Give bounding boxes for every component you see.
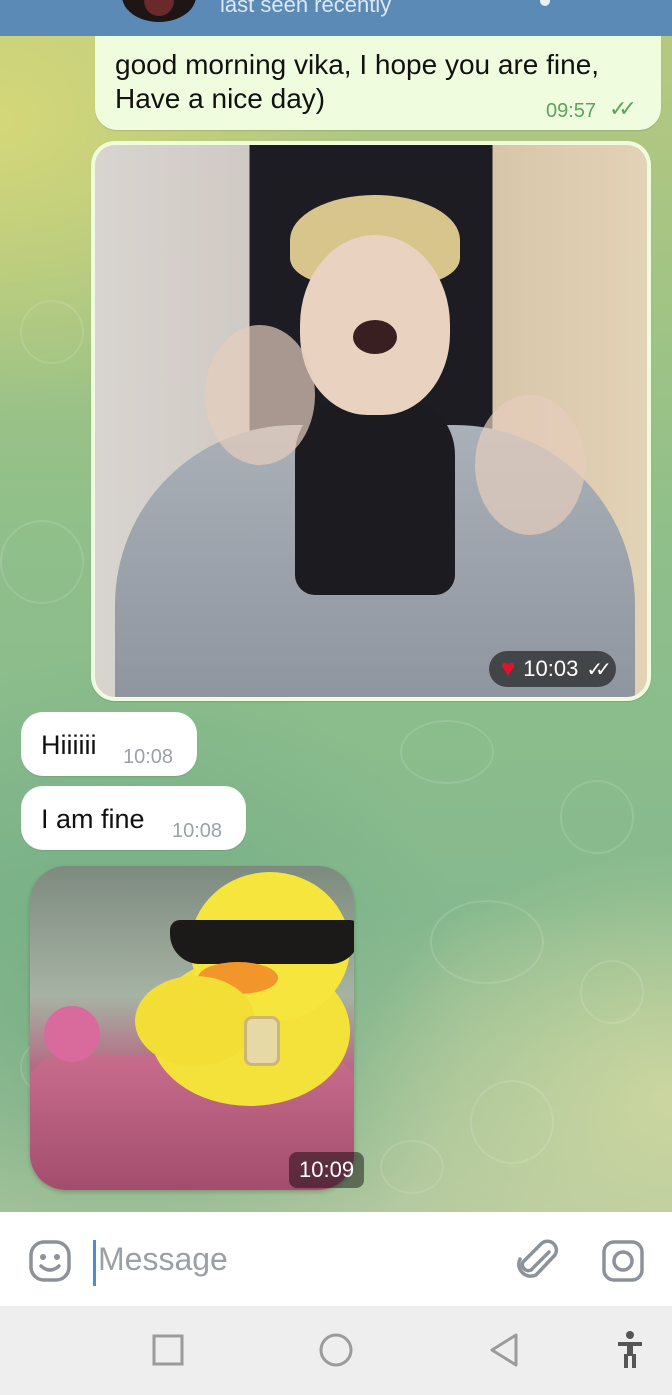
message-outgoing-text[interactable]: good morning vika, I hope you are fine, … [95,36,661,130]
back-button[interactable] [488,1332,520,1368]
heart-reaction-icon[interactable]: ♥ [501,655,515,683]
recents-button[interactable] [152,1334,184,1366]
message-time: 09:57 [546,100,597,122]
message-time: 10:08 [172,820,223,842]
photo-meta: ♥ 10:03 ✓✓ [489,651,616,687]
message-time: 10:09 [289,1152,365,1188]
accessibility-button[interactable] [616,1330,644,1370]
contact-avatar[interactable] [122,0,196,22]
sticker-icon[interactable] [28,1239,72,1283]
message-time: 10:08 [123,746,174,768]
chat-header[interactable]: last seen recently [0,0,672,36]
paperclip-icon[interactable] [516,1238,560,1284]
message-text: I am fine [41,804,145,834]
message-line: good morning vika, I hope you are fine, [115,49,600,80]
message-incoming-sticker[interactable] [30,866,354,1190]
camera-icon[interactable] [601,1239,645,1283]
read-receipt-icon: ✓✓ [609,96,637,121]
photo-image[interactable] [95,145,647,697]
home-button[interactable] [318,1332,354,1368]
message-line: Have a nice day) [115,83,326,114]
message-input[interactable]: Message [98,1241,228,1278]
message-outgoing-photo[interactable]: ♥ 10:03 ✓✓ [91,141,651,701]
message-text: Hiiiiii [41,730,97,760]
message-incoming-text[interactable]: Hiiiiii 10:08 [21,712,197,776]
read-receipt-icon: ✓✓ [586,658,611,681]
more-icon[interactable] [540,0,550,6]
message-incoming-text[interactable]: I am fine 10:08 [21,786,246,850]
message-time: 10:03 [523,656,579,681]
text-cursor [93,1240,96,1286]
contact-status: last seen recently [220,0,392,17]
